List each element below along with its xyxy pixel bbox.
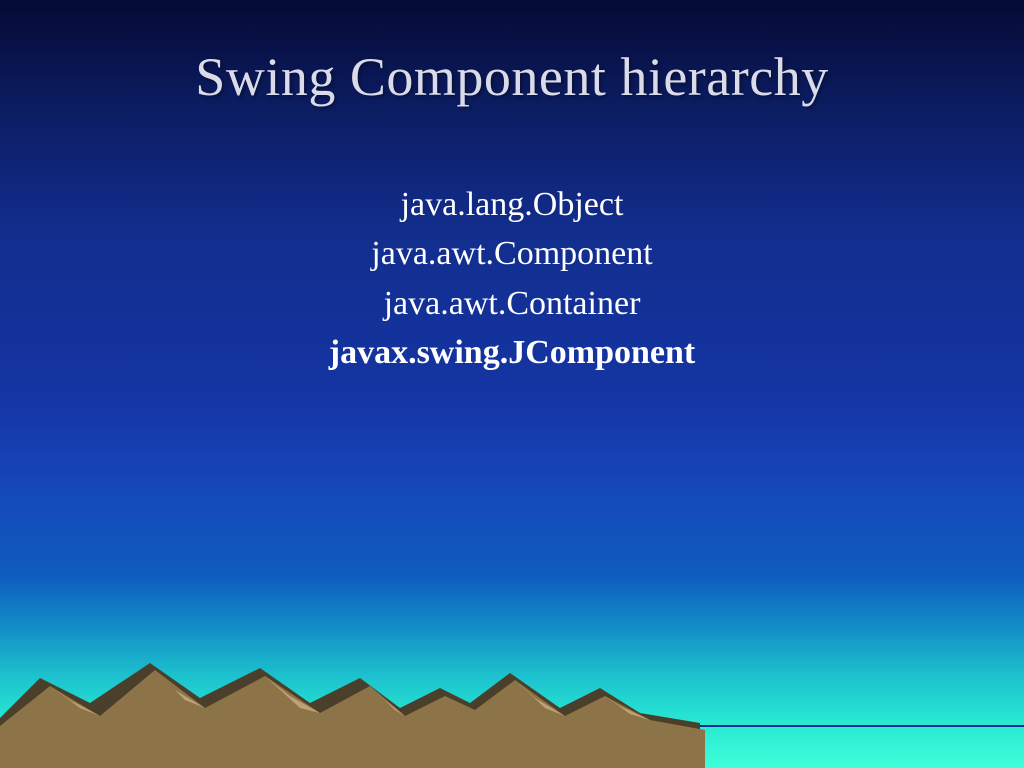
mountains-illustration xyxy=(0,608,1024,768)
slide-body: java.lang.Object java.awt.Component java… xyxy=(0,180,1024,377)
presentation-slide: Swing Component hierarchy java.lang.Obje… xyxy=(0,0,1024,768)
hierarchy-line-3: java.awt.Container xyxy=(0,279,1024,328)
hierarchy-line-1: java.lang.Object xyxy=(0,180,1024,229)
slide-title: Swing Component hierarchy xyxy=(0,46,1024,108)
hierarchy-line-2: java.awt.Component xyxy=(0,229,1024,278)
hierarchy-line-4: javax.swing.JComponent xyxy=(0,328,1024,377)
